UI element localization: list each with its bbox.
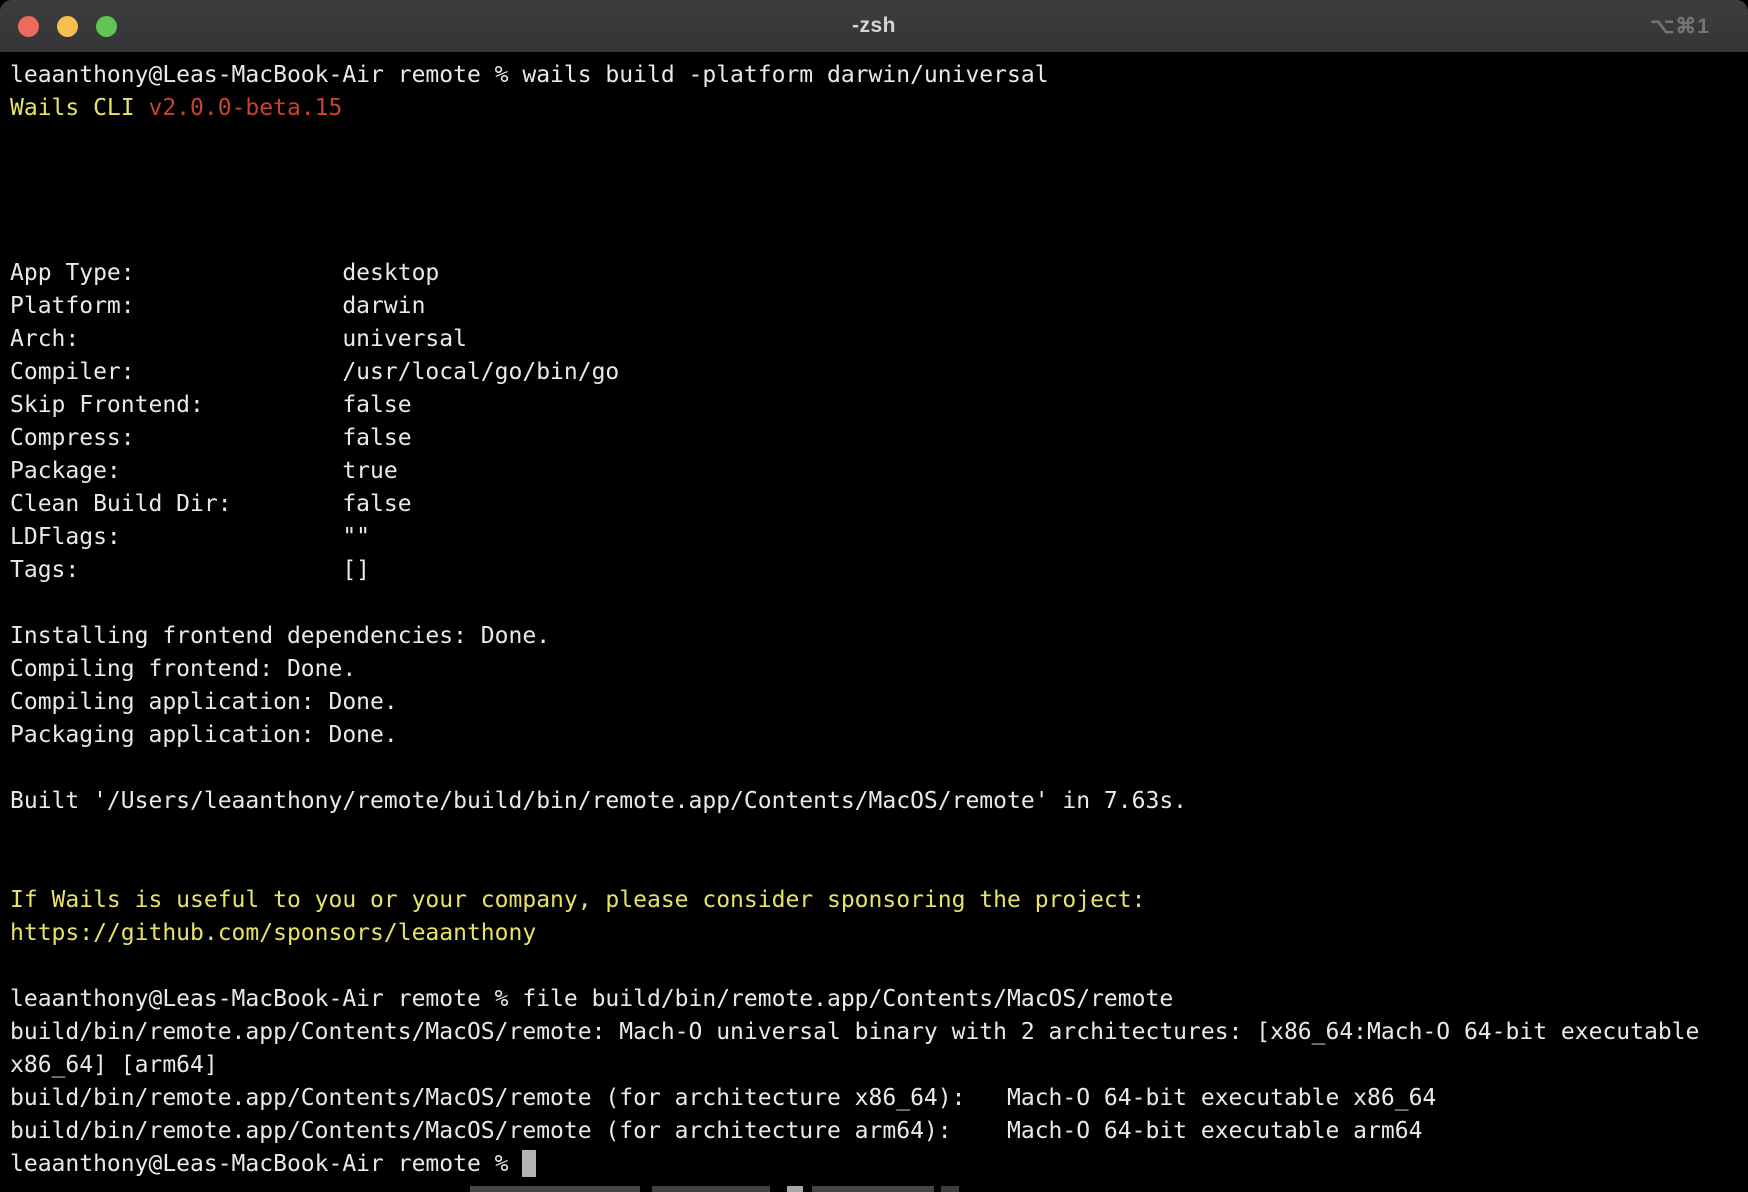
terminal-line: Wails CLI v2.0.0-beta.15	[10, 92, 1748, 125]
terminal-text: Skip Frontend: false	[10, 392, 412, 418]
window-title: -zsh	[0, 14, 1748, 38]
terminal-text: Arch: universal	[10, 326, 467, 352]
clipped-text-fragment	[812, 1186, 934, 1192]
window-titlebar[interactable]: -zsh ⌥⌘1	[0, 0, 1748, 53]
terminal-line: Compiling frontend: Done.	[10, 653, 1748, 686]
terminal-line: App Type: desktop	[10, 257, 1748, 290]
terminal-text: If Wails is useful to you or your compan…	[10, 887, 1145, 913]
terminal-text: Compress: false	[10, 425, 412, 451]
clipped-text-fragment	[470, 1186, 640, 1192]
terminal-line: build/bin/remote.app/Contents/MacOS/remo…	[10, 1082, 1748, 1115]
terminal-line: Packaging application: Done.	[10, 719, 1748, 752]
terminal-text: Packaging application: Done.	[10, 722, 398, 748]
terminal-text: Compiling application: Done.	[10, 689, 398, 715]
terminal-text: x86_64] [arm64]	[10, 1052, 218, 1078]
terminal-line: Compress: false	[10, 422, 1748, 455]
terminal-text: Clean Build Dir: false	[10, 491, 412, 517]
terminal-line: Installing frontend dependencies: Done.	[10, 620, 1748, 653]
terminal-text: v2.0.0-beta.15	[148, 95, 342, 121]
terminal-text: Installing frontend dependencies: Done.	[10, 623, 550, 649]
terminal-text: https://github.com/sponsors/leaanthony	[10, 920, 536, 946]
terminal-line: Compiling application: Done.	[10, 686, 1748, 719]
terminal-text: Tags: []	[10, 557, 370, 583]
terminal-line: Package: true	[10, 455, 1748, 488]
terminal-line: https://github.com/sponsors/leaanthony	[10, 917, 1748, 950]
clipped-text-fragment	[787, 1186, 803, 1192]
clipped-bottom-line	[0, 1186, 1748, 1192]
terminal-text: Built '/Users/leaanthony/remote/build/bi…	[10, 788, 1187, 814]
terminal-text: leaanthony@Leas-MacBook-Air remote %	[10, 1151, 522, 1177]
terminal-line: Compiler: /usr/local/go/bin/go	[10, 356, 1748, 389]
terminal-cursor	[522, 1150, 536, 1177]
terminal-line	[10, 851, 1748, 884]
terminal-line: build/bin/remote.app/Contents/MacOS/remo…	[10, 1016, 1748, 1049]
terminal-text: Platform: darwin	[10, 293, 425, 319]
terminal-line: Tags: []	[10, 554, 1748, 587]
terminal-line	[10, 224, 1748, 257]
terminal-line: LDFlags: ""	[10, 521, 1748, 554]
terminal-line	[10, 158, 1748, 191]
terminal-text: Compiler: /usr/local/go/bin/go	[10, 359, 619, 385]
terminal-line: build/bin/remote.app/Contents/MacOS/remo…	[10, 1115, 1748, 1148]
terminal-line	[10, 818, 1748, 851]
terminal-text: App Type: desktop	[10, 260, 439, 286]
terminal-text: build/bin/remote.app/Contents/MacOS/remo…	[10, 1019, 1699, 1045]
terminal-line: Built '/Users/leaanthony/remote/build/bi…	[10, 785, 1748, 818]
terminal-text: leaanthony@Leas-MacBook-Air remote % wai…	[10, 62, 1049, 88]
terminal-text: Package: true	[10, 458, 398, 484]
terminal-line: leaanthony@Leas-MacBook-Air remote % fil…	[10, 983, 1748, 1016]
terminal-line: leaanthony@Leas-MacBook-Air remote % wai…	[10, 59, 1748, 92]
terminal-text: build/bin/remote.app/Contents/MacOS/remo…	[10, 1118, 1422, 1144]
terminal-line: If Wails is useful to you or your compan…	[10, 884, 1748, 917]
terminal-line	[10, 752, 1748, 785]
window-shortcut-badge: ⌥⌘1	[1650, 0, 1710, 52]
terminal-line: Arch: universal	[10, 323, 1748, 356]
terminal-line: Skip Frontend: false	[10, 389, 1748, 422]
terminal-line: Clean Build Dir: false	[10, 488, 1748, 521]
terminal-window: -zsh ⌥⌘1 leaanthony@Leas-MacBook-Air rem…	[0, 0, 1748, 1192]
terminal-line: leaanthony@Leas-MacBook-Air remote %	[10, 1148, 1748, 1181]
terminal-line: Platform: darwin	[10, 290, 1748, 323]
terminal-text: build/bin/remote.app/Contents/MacOS/remo…	[10, 1085, 1436, 1111]
terminal-line: x86_64] [arm64]	[10, 1049, 1748, 1082]
terminal-line	[10, 125, 1748, 158]
terminal-text: Wails CLI	[10, 95, 148, 121]
terminal-line	[10, 950, 1748, 983]
terminal-text: LDFlags: ""	[10, 524, 370, 550]
terminal-output[interactable]: leaanthony@Leas-MacBook-Air remote % wai…	[0, 53, 1748, 1192]
clipped-text-fragment	[941, 1186, 959, 1192]
clipped-text-fragment	[652, 1186, 770, 1192]
terminal-line	[10, 587, 1748, 620]
terminal-line	[10, 191, 1748, 224]
terminal-text: leaanthony@Leas-MacBook-Air remote % fil…	[10, 986, 1173, 1012]
terminal-text: Compiling frontend: Done.	[10, 656, 356, 682]
